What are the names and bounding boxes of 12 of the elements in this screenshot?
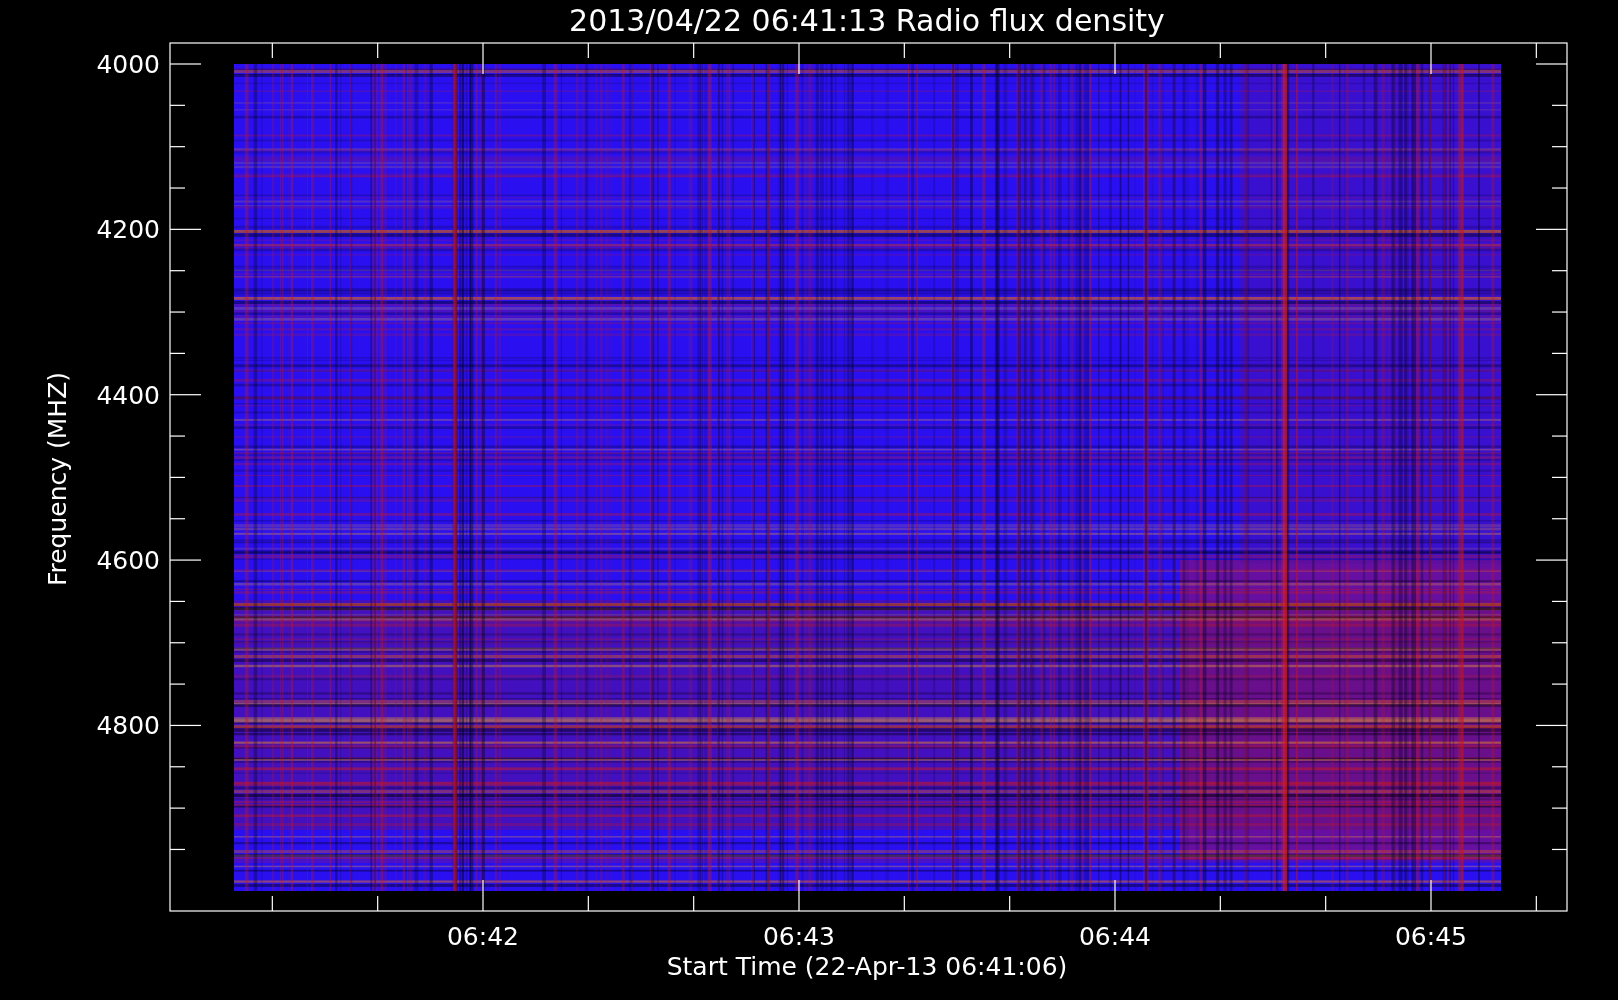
axis-tick-label: 4400 — [96, 380, 160, 410]
axis-title: Start Time (22-Apr-13 06:41:06) — [666, 952, 1068, 981]
axis-tick-label: 4600 — [96, 546, 160, 576]
axis-title: Frequency (MHZ) — [43, 371, 72, 587]
axis-tick-label: 06:43 — [763, 922, 835, 951]
axis-tick-label: 06:42 — [447, 922, 519, 951]
axis-tick-label: 4200 — [96, 215, 160, 245]
axis-tick-label: 4000 — [96, 50, 160, 79]
axis-tick-label: 4800 — [96, 711, 160, 741]
chart-title: 2013/04/22 06:41:13 Radio flux density — [569, 3, 1165, 38]
axis-tick-label: 06:44 — [1079, 922, 1151, 951]
axis-tick-label: 06:45 — [1395, 922, 1467, 951]
